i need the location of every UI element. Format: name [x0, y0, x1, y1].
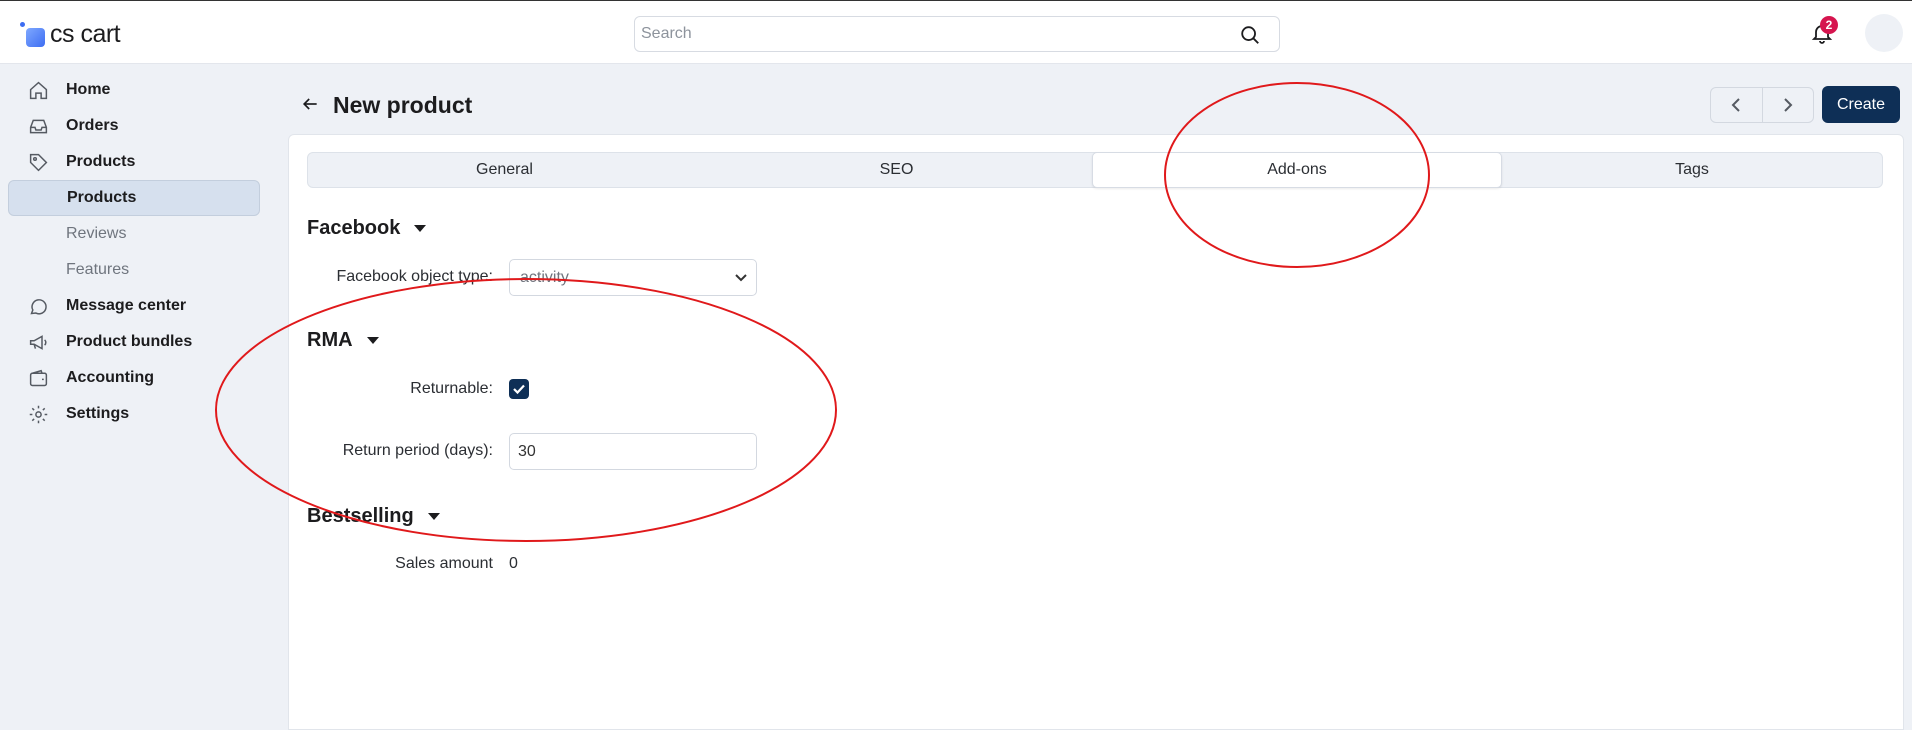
sidebar: Home Orders Products Products Reviews Fe… [0, 64, 270, 730]
logo[interactable]: cs cart [18, 17, 121, 51]
chevron-down-icon [735, 274, 747, 282]
tab-tags[interactable]: Tags [1502, 153, 1882, 187]
page-title: New product [333, 92, 473, 118]
section-rma-toggle[interactable]: RMA [307, 329, 379, 352]
previous-button[interactable] [1711, 88, 1762, 122]
page-header: New product Create [270, 64, 1912, 134]
sidebar-item-settings[interactable]: Settings [8, 396, 260, 432]
caret-down-icon [427, 513, 440, 520]
wallet-icon [29, 369, 48, 387]
section-title: Facebook [307, 217, 401, 239]
chevron-right-icon [1784, 98, 1793, 112]
sidebar-subitem-reviews[interactable]: Reviews [8, 216, 260, 252]
sidebar-item-product-bundles[interactable]: Product bundles [8, 324, 260, 360]
search-box [634, 16, 1280, 52]
tab-bar: General SEO Add-ons Tags [307, 152, 1883, 188]
chevron-left-icon [1731, 98, 1740, 112]
sidebar-item-label: Products [67, 189, 137, 206]
input-value: 30 [518, 443, 536, 460]
sidebar-subitem-products[interactable]: Products [8, 180, 260, 216]
chat-icon [30, 299, 47, 315]
facebook-object-type-select[interactable]: activity [509, 259, 757, 296]
sidebar-item-message-center[interactable]: Message center [8, 288, 260, 324]
sidebar-item-label: Accounting [66, 369, 154, 386]
tab-add-ons[interactable]: Add-ons [1092, 152, 1502, 188]
select-value: activity [520, 269, 569, 286]
caret-down-icon [366, 337, 379, 344]
sidebar-item-label: Message center [66, 297, 187, 314]
sidebar-item-label: Product bundles [66, 333, 193, 350]
logo-text: cs cart [50, 19, 121, 48]
tab-general[interactable]: General [308, 153, 701, 187]
sidebar-subitem-features[interactable]: Features [8, 252, 260, 288]
search-icon[interactable] [1239, 24, 1261, 46]
sidebar-item-home[interactable]: Home [8, 72, 260, 108]
create-button[interactable]: Create [1822, 86, 1900, 123]
sidebar-item-label: Features [66, 261, 130, 278]
search-input[interactable] [641, 17, 1221, 51]
notification-badge: 2 [1820, 16, 1838, 34]
tab-seo[interactable]: SEO [701, 153, 1092, 187]
return-period-label: Return period (days): [342, 442, 493, 459]
return-period-input[interactable]: 30 [509, 433, 757, 470]
inbox-icon [29, 119, 48, 134]
cs-cart-logo-icon [18, 20, 46, 48]
facebook-object-type-label: Facebook object type: [336, 268, 493, 285]
checkmark-icon [513, 384, 525, 395]
back-arrow-icon[interactable] [300, 94, 320, 114]
section-bestselling-toggle[interactable]: Bestselling [307, 505, 440, 528]
avatar[interactable] [1865, 14, 1903, 52]
sidebar-item-label: Orders [66, 117, 119, 134]
sidebar-item-label: Reviews [66, 225, 127, 242]
caret-down-icon [414, 225, 427, 232]
product-form-card: General SEO Add-ons Tags Facebook Facebo… [288, 134, 1904, 730]
sidebar-item-label: Home [66, 81, 111, 98]
sidebar-item-products[interactable]: Products [8, 144, 260, 180]
sidebar-item-label: Products [66, 153, 136, 170]
top-bar: cs cart 2 [0, 0, 1912, 64]
sidebar-item-label: Settings [66, 405, 130, 422]
record-pager [1710, 87, 1814, 123]
gear-icon [29, 405, 48, 424]
tag-icon [29, 153, 48, 172]
sales-amount-label: Sales amount [395, 555, 493, 572]
home-icon [29, 81, 48, 100]
returnable-label: Returnable: [410, 380, 493, 397]
returnable-checkbox[interactable] [509, 379, 529, 399]
sidebar-item-orders[interactable]: Orders [8, 108, 260, 144]
sidebar-item-accounting[interactable]: Accounting [8, 360, 260, 396]
sales-amount-value: 0 [509, 555, 518, 572]
megaphone-icon [29, 335, 47, 350]
section-title: Bestselling [307, 505, 414, 527]
next-button[interactable] [1762, 88, 1813, 122]
section-title: RMA [307, 329, 353, 351]
section-facebook-toggle[interactable]: Facebook [307, 217, 427, 240]
